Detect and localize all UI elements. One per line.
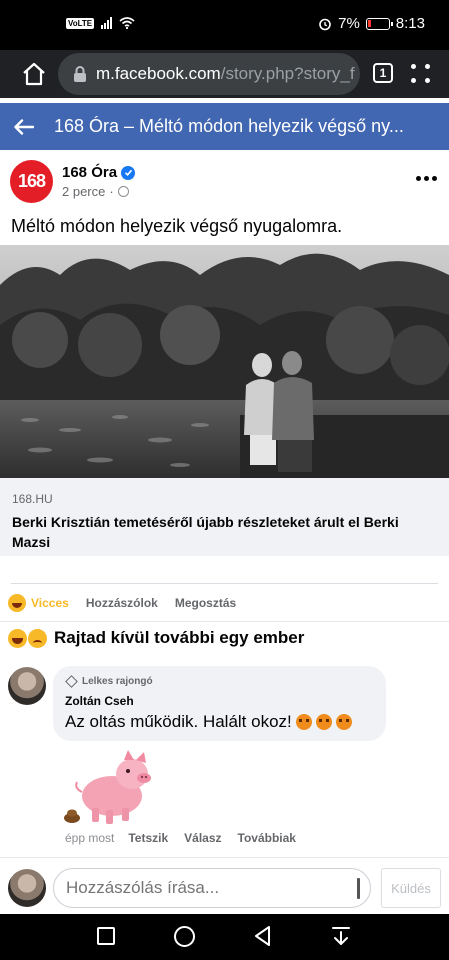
post-time[interactable]: 2 perce (62, 184, 105, 199)
reaction-button[interactable]: Vicces (8, 594, 69, 612)
comment-text-row: Az oltás működik. Halált okoz! (65, 712, 374, 732)
share-button[interactable]: Megosztás (175, 596, 236, 610)
volte-icon: VoLTE (66, 17, 95, 29)
url-path: /story.php?story_f (220, 64, 355, 83)
status-left: VoLTE (66, 17, 135, 29)
fb-header: 168 Óra – Méltó módon helyezik végső ny.… (0, 103, 449, 150)
jack-o-lantern-icon (295, 714, 312, 730)
home-icon[interactable] (20, 60, 48, 88)
jack-o-lantern-icon (315, 714, 332, 730)
globe-icon (117, 186, 129, 197)
page-avatar[interactable]: 168 (10, 160, 53, 203)
back-arrow-icon[interactable] (2, 103, 46, 150)
tab-switcher-button[interactable]: 1 (373, 63, 393, 83)
status-bar: VoLTE 7% 8:13 (0, 0, 449, 50)
battery-percent: 7% (338, 15, 360, 32)
divider (11, 583, 438, 584)
meta-separator: · (109, 184, 114, 199)
browser-menu-icon[interactable] (410, 63, 432, 85)
notification-down-icon[interactable] (330, 925, 352, 947)
send-button[interactable]: Küldés (381, 868, 441, 908)
recent-apps-icon[interactable] (97, 927, 115, 945)
clock: 8:13 (395, 15, 425, 32)
back-nav-icon[interactable] (252, 925, 274, 947)
comment-button[interactable]: Hozzászólok (86, 596, 158, 610)
text-caret (357, 878, 360, 899)
post-photo[interactable] (0, 245, 449, 478)
status-right: 7% 8:13 (318, 15, 425, 32)
page-title: 168 Óra – Méltó módon helyezik végső ny.… (54, 116, 404, 136)
badge-label: Lelkes rajongó (82, 676, 153, 687)
link-title[interactable]: Berki Krisztián temetéséről újabb részle… (12, 512, 437, 552)
browser-toolbar: m.facebook.com/story.php?story_f 1 (0, 50, 449, 98)
post-text: Méltó módon helyezik végső nyugalomra. (11, 216, 343, 236)
comment-actions: épp most Tetszik Válasz Továbbiak (65, 831, 312, 845)
my-avatar (8, 869, 46, 907)
section-divider (0, 621, 449, 622)
page-name[interactable]: 168 Óra (62, 164, 117, 181)
verified-check-icon (121, 165, 136, 180)
reactions-text: Rajtad kívül további egy ember (54, 628, 305, 647)
jack-o-lantern-icon (335, 714, 352, 730)
page-name-row[interactable]: 168 Óra (62, 164, 136, 181)
comment-bubble: Lelkes rajongó Zoltán Cseh Az oltás műkö… (53, 666, 386, 741)
lock-icon (74, 66, 86, 82)
composer-divider (0, 857, 449, 858)
battery-icon (365, 17, 393, 30)
pig-sticker[interactable] (62, 746, 154, 828)
post-header: 168 168 Óra 2 perce · (0, 150, 449, 210)
link-preview-card[interactable]: 168.HU Berki Krisztián temetéséről újabb… (0, 478, 449, 556)
comment-input[interactable] (53, 868, 371, 908)
reaction-label: Vicces (31, 596, 69, 610)
like-button[interactable]: Tetszik (128, 831, 168, 845)
diamond-icon (65, 675, 78, 688)
laugh-emoji-icon (8, 594, 26, 612)
alarm-icon (319, 18, 331, 30)
fan-badge: Lelkes rajongó (65, 675, 374, 688)
post-actions: Vicces Hozzászólok Megosztás (8, 592, 253, 614)
wifi-icon (119, 17, 135, 29)
link-domain: 168.HU (12, 492, 53, 506)
url-host: m.facebook.com (96, 64, 221, 83)
comment-author[interactable]: Zoltán Cseh (65, 694, 374, 708)
reply-button[interactable]: Válasz (184, 831, 221, 845)
signal-icon (101, 17, 113, 29)
more-options-icon[interactable] (416, 176, 437, 181)
post-meta: 2 perce · (62, 184, 129, 199)
system-nav-bar (0, 914, 449, 960)
sad-reaction-icon (28, 628, 47, 648)
home-nav-icon[interactable] (174, 926, 195, 947)
comment-text: Az oltás működik. Halált okoz! (65, 712, 292, 731)
comment-time: épp most (65, 831, 115, 845)
more-button[interactable]: Továbbiak (238, 831, 296, 845)
address-bar[interactable]: m.facebook.com/story.php?story_f (58, 53, 360, 95)
laugh-reaction-icon (8, 628, 27, 648)
commenter-avatar[interactable] (8, 667, 46, 705)
reactions-summary[interactable]: Rajtad kívül további egy ember (8, 628, 304, 648)
